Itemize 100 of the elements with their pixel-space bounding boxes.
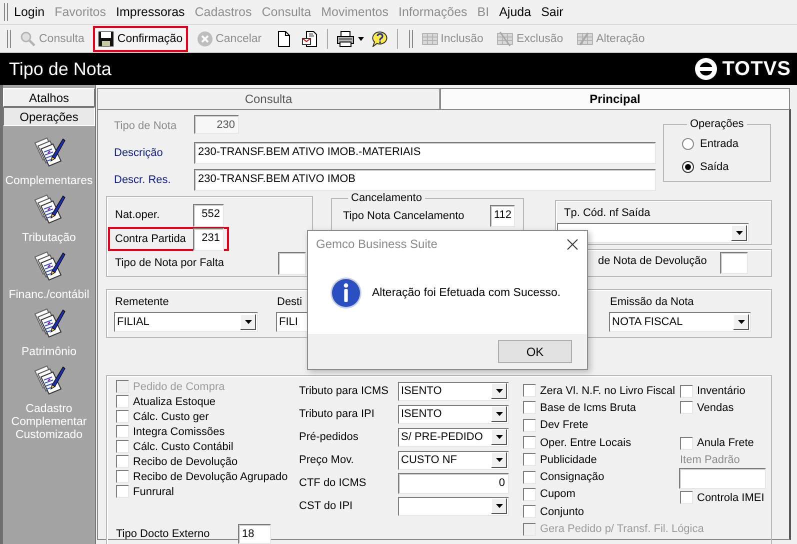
printer-icon[interactable]	[336, 30, 354, 46]
grid-icon	[497, 30, 514, 46]
caret-icon	[496, 435, 502, 439]
checkbox[interactable]: Publicidade	[523, 451, 597, 468]
text-field[interactable]	[679, 468, 766, 488]
close-icon[interactable]	[567, 238, 578, 250]
field-label: de Nota de Devolução	[598, 255, 707, 269]
checkbox[interactable]: Cálc. Custo Contábil	[116, 439, 234, 454]
field-label: Pré-pedidos	[299, 431, 360, 443]
menu-item[interactable]: Ajuda	[499, 5, 532, 19]
checkbox[interactable]: Zera Vl. N.F. no Livro Fiscal	[523, 382, 676, 400]
sidebar-tab[interactable]: Operações	[3, 107, 95, 126]
field-label: Tipo de Nota por Falta	[115, 257, 226, 269]
tab[interactable]: Consulta	[97, 88, 440, 109]
field-label: Descr. Res.	[114, 174, 172, 186]
field-label: Contra Partida	[115, 233, 187, 245]
radio-button[interactable]: Saída	[682, 155, 770, 178]
checkbox[interactable]: Consignação	[523, 468, 604, 486]
field-label: Item Padrão	[680, 454, 741, 468]
caret-icon	[244, 320, 252, 324]
menu-item[interactable]: Login	[14, 5, 45, 19]
checkbox[interactable]: Controla IMEI	[680, 490, 766, 506]
field-label: Remetente	[114, 296, 170, 310]
menu-item[interactable]: Impressoras	[116, 5, 185, 19]
search-icon	[20, 30, 36, 46]
text-field[interactable]	[278, 252, 306, 274]
field-label: CST do IPI	[299, 500, 354, 512]
dropdown[interactable]	[557, 223, 749, 243]
group-title: Operações	[689, 118, 745, 130]
dropdown[interactable]: ISENTO	[398, 382, 509, 400]
radio-button[interactable]: Entrada	[682, 132, 770, 155]
checkbox[interactable]: Cálc. Custo ger	[116, 409, 209, 424]
text-field[interactable]: 231	[193, 228, 224, 250]
document-pen-icon	[32, 249, 66, 283]
dropdown[interactable]: S/ PRE-PEDIDO	[398, 428, 509, 446]
checkbox[interactable]: Vendas	[680, 400, 766, 416]
caret-icon	[496, 412, 502, 416]
text-field[interactable]: 0	[398, 472, 509, 494]
dialog-message: Alteração foi Efetuada com Sucesso.	[372, 286, 561, 298]
field-label: Tributo para ICMS	[299, 385, 390, 397]
group-title: Cancelamento	[350, 192, 423, 204]
toolbar-button[interactable]: Confirmação	[93, 26, 188, 52]
dropdown[interactable]: NOTA FISCAL	[609, 312, 751, 332]
text-field[interactable]	[720, 252, 748, 274]
field-label: Tipo Docto Externo	[116, 528, 211, 540]
field-label: Descrição	[114, 147, 164, 159]
logo-text: TOTVS	[722, 58, 791, 80]
checkbox[interactable]: Dev Frete	[523, 416, 588, 434]
caret-icon	[738, 320, 744, 324]
checkbox[interactable]: Recibo de Devolução	[116, 454, 238, 469]
caret-icon	[736, 231, 742, 235]
checkbox[interactable]: Funrural	[116, 484, 174, 499]
checkbox[interactable]: Conjunto	[523, 503, 584, 520]
document-pen-icon	[32, 363, 66, 397]
caret-icon[interactable]	[358, 36, 364, 40]
caret-icon	[496, 458, 502, 462]
grid-icon	[577, 30, 594, 46]
dropdown[interactable]: ISENTO	[398, 404, 509, 424]
dialog-title: Gemco Business Suite	[316, 237, 438, 251]
checkbox[interactable]: Anula Frete	[680, 435, 766, 452]
checkbox[interactable]: Base de Icms Bruta	[523, 399, 636, 417]
text-field[interactable]: 112	[490, 205, 515, 227]
ok-button[interactable]: OK	[498, 340, 572, 363]
caret-icon	[496, 504, 502, 508]
text-field[interactable]: 552	[193, 204, 224, 226]
field-label: Tipo Nota Cancelamento	[343, 210, 466, 222]
field-label: Tp. Cód. nf Saída	[563, 207, 652, 221]
logo-icon	[694, 57, 718, 81]
tab[interactable]: Principal	[440, 88, 790, 109]
field-label: Desti	[276, 296, 304, 310]
grid-icon	[422, 30, 438, 46]
document-pen-icon	[32, 135, 66, 169]
text-field[interactable]: 230-TRANSF.BEM ATIVO IMOB	[194, 169, 656, 191]
field-label: CTF do ICMS	[299, 477, 368, 489]
caret-icon	[496, 389, 502, 393]
window-title: Tipo de Nota	[9, 58, 112, 80]
checkbox[interactable]: Inventário	[680, 383, 766, 400]
document-icon[interactable]	[302, 30, 318, 46]
dropdown[interactable]	[398, 496, 509, 516]
checkbox[interactable]: Cupom	[523, 486, 576, 504]
field-label: Tipo de Nota	[114, 120, 178, 132]
text-field[interactable]: 18	[238, 524, 271, 544]
document-pen-icon	[32, 192, 66, 226]
help-icon[interactable]	[372, 30, 388, 46]
dropdown[interactable]: FILIAL	[114, 312, 258, 332]
checkbox[interactable]: Atualiza Estoque	[116, 394, 216, 409]
checkbox[interactable]: Integra Comissões	[116, 424, 225, 439]
checkbox[interactable]: Oper. Entre Locais	[523, 434, 632, 452]
checkbox[interactable]: Recibo de Devolução Agrupado	[116, 469, 288, 484]
menu-item[interactable]: Sair	[541, 5, 564, 19]
page-icon[interactable]	[276, 30, 292, 46]
sidebar-tab[interactable]: Atalhos	[3, 88, 95, 107]
cancel-icon	[196, 30, 213, 46]
info-icon	[330, 276, 362, 308]
dropdown[interactable]: CUSTO NF	[398, 450, 509, 470]
field-label: Nat.oper.	[115, 209, 161, 221]
field-label: Emissão da Nota	[609, 296, 695, 310]
document-pen-icon	[32, 306, 66, 340]
text-field[interactable]: 230-TRANSF.BEM ATIVO IMOB.-MATERIAIS	[194, 142, 656, 164]
field-label: Preço Mov.	[299, 454, 355, 466]
